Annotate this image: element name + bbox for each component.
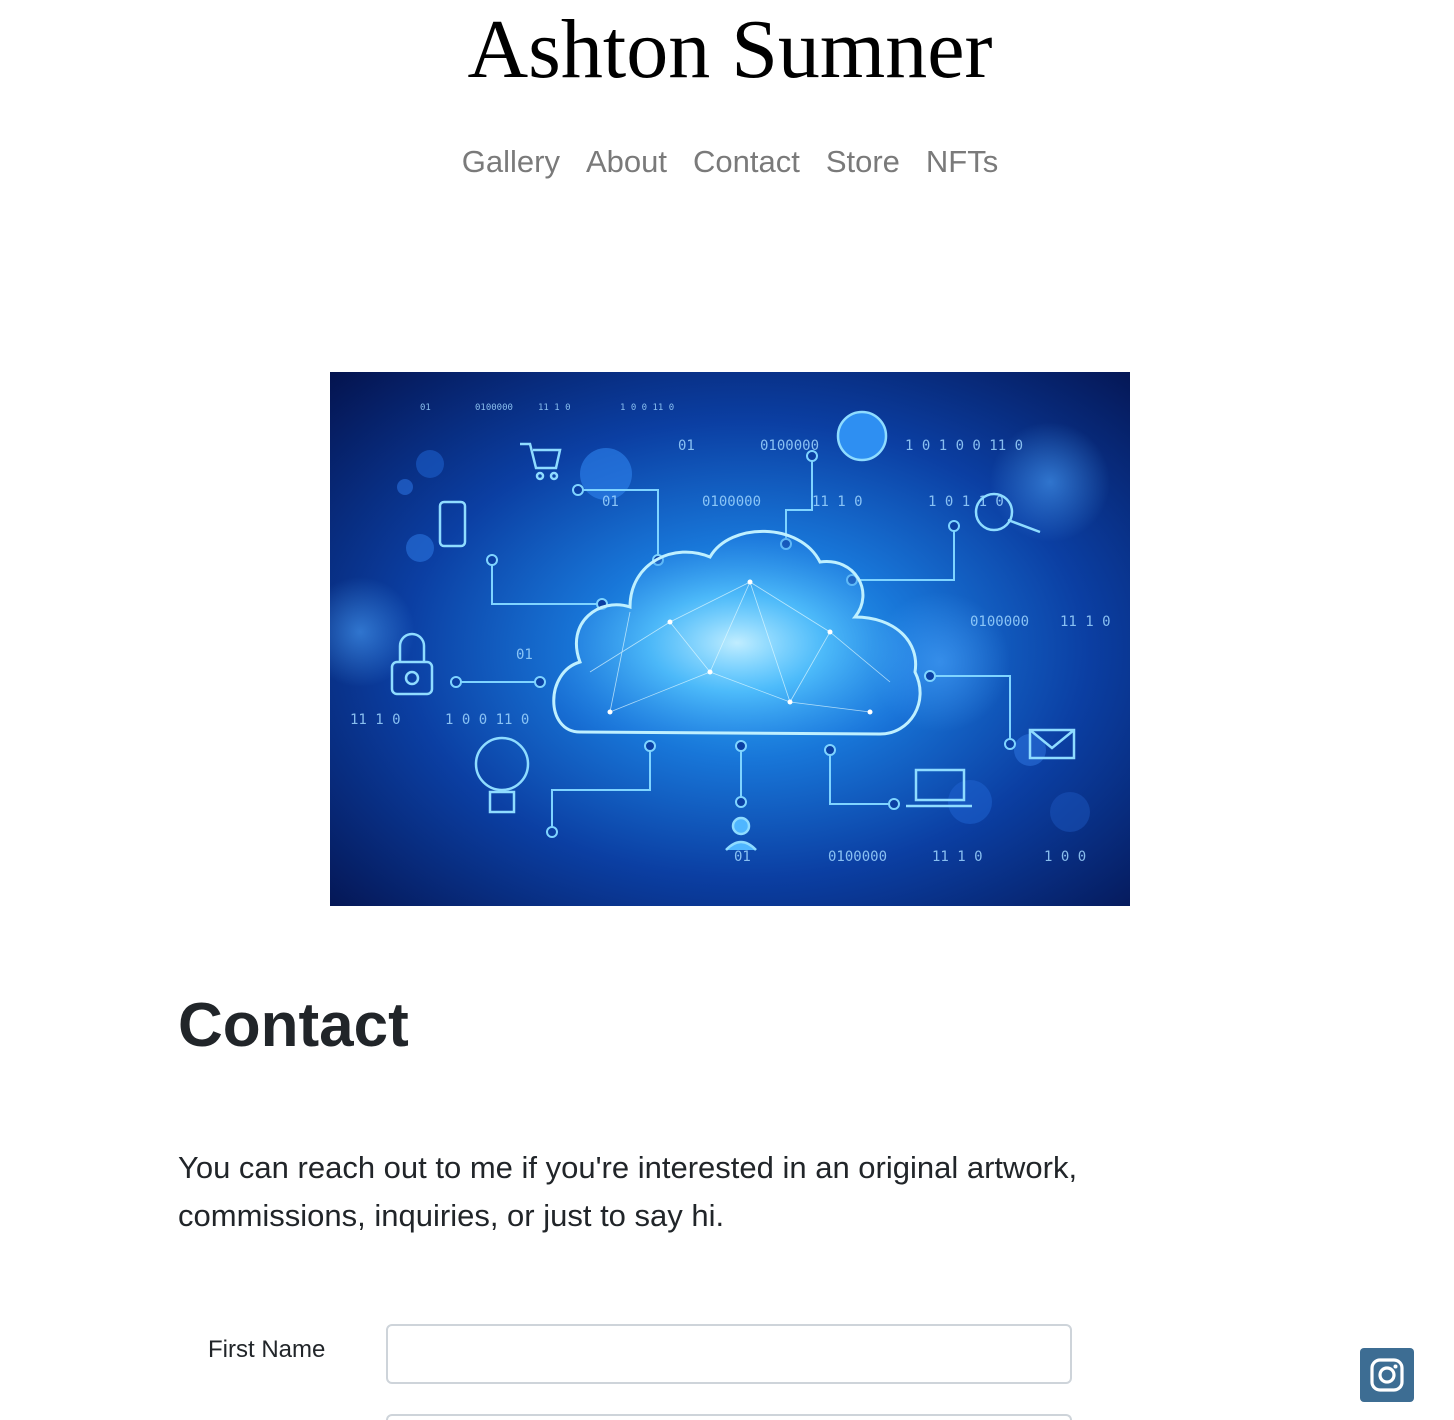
contact-heading: Contact <box>178 991 409 1060</box>
svg-text:0100000: 0100000 <box>970 614 1029 630</box>
svg-text:11 1 0: 11 1 0 <box>538 403 571 413</box>
svg-text:11 1 0: 11 1 0 <box>1060 614 1111 630</box>
main-nav: Gallery About Contact Store NFTs <box>0 140 1454 184</box>
svg-text:01: 01 <box>678 438 695 454</box>
svg-text:11 1 0: 11 1 0 <box>812 494 863 510</box>
svg-text:01: 01 <box>602 494 619 510</box>
svg-text:01: 01 <box>516 647 533 663</box>
site-title: Ashton Sumner <box>467 3 993 96</box>
svg-text:1 0 0 11 0: 1 0 0 11 0 <box>445 712 529 728</box>
nav-nfts[interactable]: NFTs <box>926 140 998 184</box>
svg-text:0100000: 0100000 <box>702 494 761 510</box>
svg-text:1 0 1 0 0 11 0: 1 0 1 0 0 11 0 <box>905 438 1023 454</box>
svg-text:01: 01 <box>420 403 431 413</box>
svg-text:11 1 0: 11 1 0 <box>350 712 401 728</box>
svg-text:1 0 0: 1 0 0 <box>1044 849 1086 865</box>
nav-gallery[interactable]: Gallery <box>462 140 560 184</box>
hero-image: 01 0100000 11 1 0 1 0 0 11 0 01 0100000 … <box>330 372 1130 906</box>
first-name-label: First Name <box>208 1336 326 1363</box>
svg-text:01: 01 <box>734 849 751 865</box>
svg-text:1 0 1 1 0: 1 0 1 1 0 <box>928 494 1004 510</box>
instagram-icon <box>1370 1358 1404 1392</box>
svg-text:1 0 0 11 0: 1 0 0 11 0 <box>620 403 674 413</box>
svg-text:0100000: 0100000 <box>828 849 887 865</box>
nav-store[interactable]: Store <box>826 140 900 184</box>
svg-text:11 1 0: 11 1 0 <box>932 849 983 865</box>
instagram-button[interactable] <box>1360 1348 1414 1402</box>
contact-intro-text: You can reach out to me if you're intere… <box>178 1150 1078 1233</box>
first-name-field[interactable] <box>386 1324 1072 1384</box>
nav-contact[interactable]: Contact <box>693 140 800 184</box>
svg-text:0100000: 0100000 <box>475 403 513 413</box>
cloud-network-illustration: 01 0100000 11 1 0 1 0 0 11 0 01 0100000 … <box>330 403 1111 865</box>
nav-about[interactable]: About <box>586 140 667 184</box>
next-form-field[interactable] <box>386 1414 1072 1420</box>
